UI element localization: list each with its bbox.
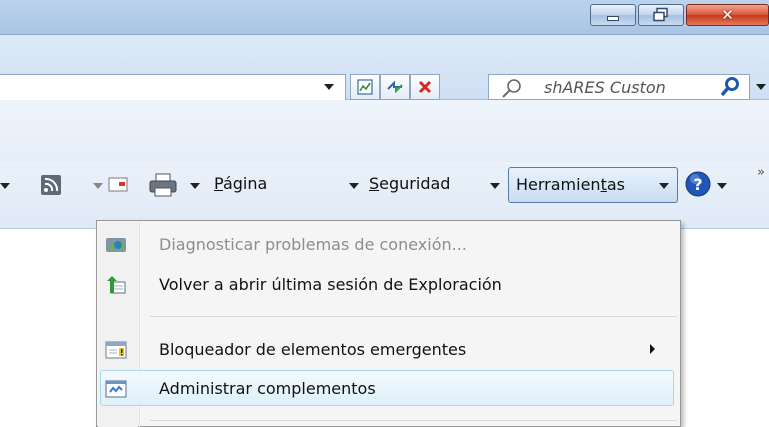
close-button[interactable]: ✕ bbox=[686, 4, 769, 26]
help-dropdown-icon[interactable] bbox=[717, 183, 727, 189]
menu-item-label: Administrar complementos bbox=[159, 379, 376, 398]
tools-label-part-1: Herramien bbox=[516, 175, 601, 194]
network-diagnose-icon bbox=[106, 238, 126, 252]
more-commands-chevron-icon[interactable]: » bbox=[757, 165, 765, 180]
favorites-bar bbox=[0, 100, 769, 162]
menu-item-label: Bloqueador de elementos emergentes bbox=[159, 340, 467, 359]
search-icon[interactable] bbox=[718, 76, 742, 98]
read-mail-icon[interactable] bbox=[108, 176, 130, 194]
help-icon[interactable]: ? bbox=[684, 170, 712, 198]
search-options-dropdown-icon[interactable] bbox=[756, 84, 766, 90]
tools-menu-label: Herramientas bbox=[516, 175, 625, 194]
safety-menu-label: eguridad bbox=[379, 174, 451, 193]
page-menu-label: ágina bbox=[222, 174, 268, 193]
print-dropdown-icon[interactable] bbox=[190, 183, 200, 189]
menu-separator bbox=[150, 316, 677, 317]
menu-separator bbox=[150, 420, 677, 421]
tools-label-part-2: as bbox=[606, 175, 625, 194]
address-input[interactable] bbox=[0, 74, 346, 102]
safety-menu[interactable]: Seguridad bbox=[369, 174, 450, 193]
menu-item-label: Volver a abrir última sesión de Explorac… bbox=[159, 275, 502, 294]
minimize-icon bbox=[607, 16, 619, 21]
submenu-arrow-icon bbox=[650, 344, 655, 354]
feeds-icon[interactable] bbox=[40, 174, 62, 196]
minimize-button[interactable] bbox=[590, 4, 636, 26]
stop-button[interactable] bbox=[410, 74, 440, 100]
refresh-button[interactable] bbox=[380, 74, 410, 100]
safety-menu-accesskey: S bbox=[369, 174, 380, 193]
svg-text:?: ? bbox=[693, 175, 702, 194]
page-menu-accesskey: P bbox=[214, 174, 223, 193]
address-dropdown-icon[interactable] bbox=[324, 84, 334, 90]
tools-dropdown-icon[interactable] bbox=[659, 183, 669, 189]
restore-icon bbox=[653, 7, 668, 22]
page-menu[interactable]: Página bbox=[214, 174, 267, 193]
stop-icon bbox=[418, 80, 432, 94]
menu-item-popup-blocker[interactable]: Bloqueador de elementos emergentes bbox=[97, 331, 680, 369]
menu-item-label: Diagnosticar problemas de conexión... bbox=[159, 235, 467, 254]
search-placeholder: shARES Custon bbox=[544, 78, 666, 97]
reopen-session-icon bbox=[107, 276, 126, 294]
page-dropdown-icon[interactable] bbox=[349, 183, 359, 189]
popup-blocker-icon bbox=[105, 341, 127, 359]
menu-item-diagnose-connection[interactable]: Diagnosticar problemas de conexión... bbox=[97, 226, 680, 264]
search-provider-icon bbox=[502, 79, 521, 98]
home-dropdown-icon[interactable] bbox=[0, 183, 10, 189]
feeds-dropdown-icon[interactable] bbox=[93, 183, 103, 189]
manage-addons-icon bbox=[105, 380, 127, 398]
close-icon: ✕ bbox=[721, 5, 734, 24]
safety-dropdown-icon[interactable] bbox=[490, 183, 500, 189]
refresh-icon bbox=[387, 80, 403, 94]
menu-item-reopen-session[interactable]: Volver a abrir última sesión de Explorac… bbox=[97, 266, 680, 304]
compatibility-view-button[interactable] bbox=[350, 74, 380, 100]
restore-button[interactable] bbox=[638, 4, 684, 26]
compatibility-view-icon bbox=[357, 79, 373, 95]
menu-item-manage-addons[interactable]: Administrar complementos bbox=[97, 370, 680, 408]
print-icon[interactable] bbox=[148, 172, 178, 198]
